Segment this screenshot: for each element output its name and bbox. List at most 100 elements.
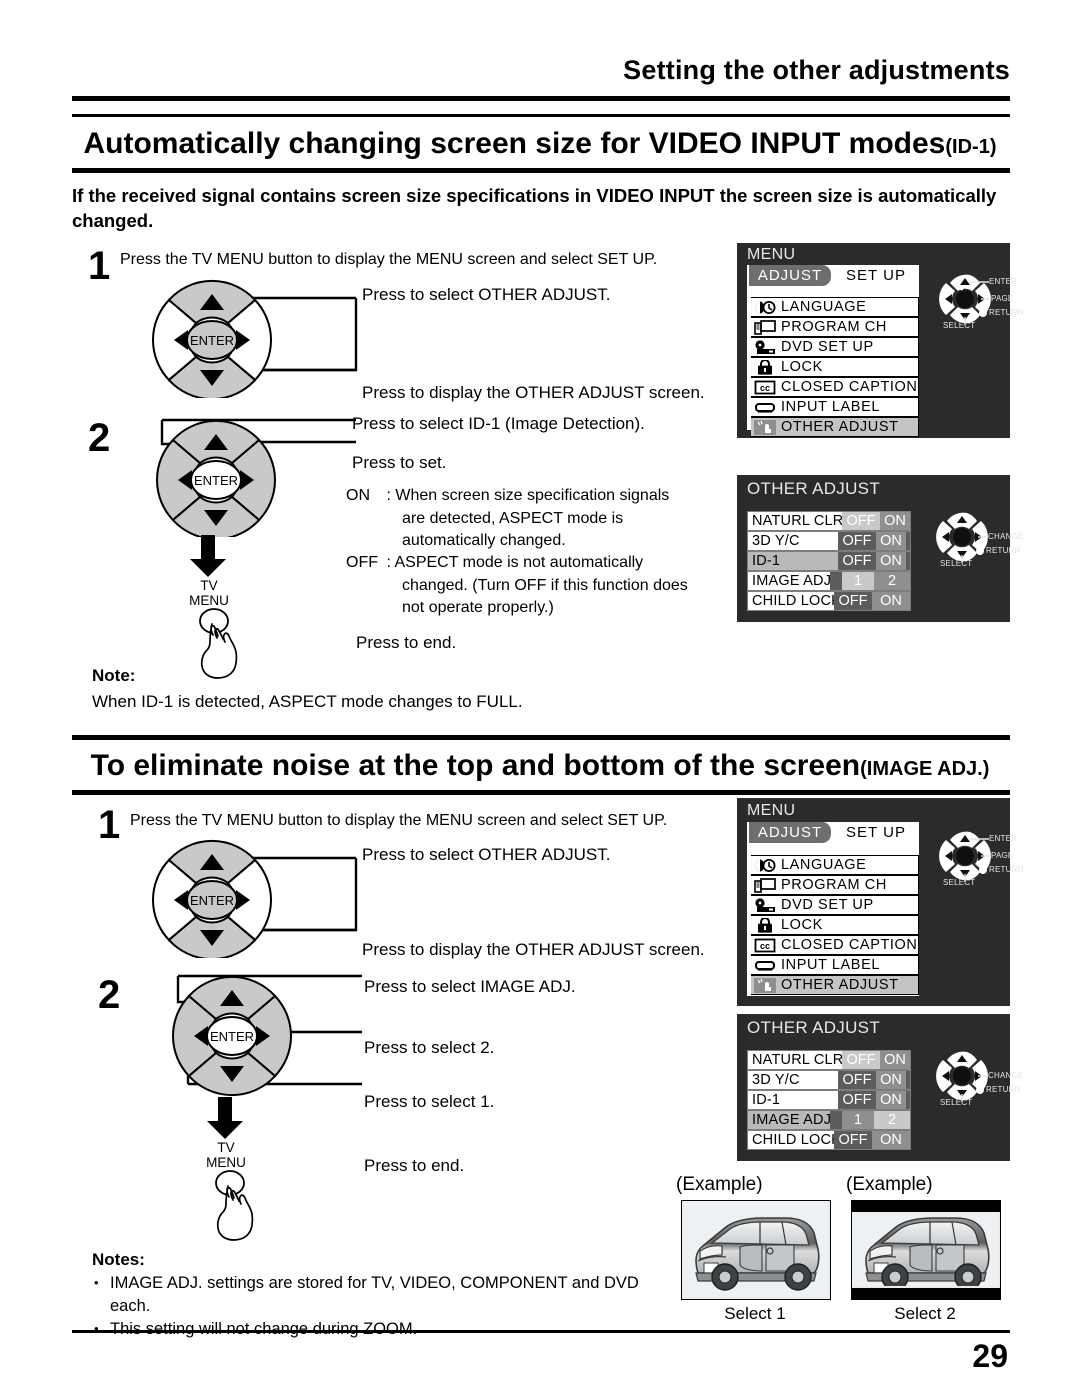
example-caption-2: Select 2 xyxy=(894,1304,956,1323)
row-option-spacer xyxy=(906,1071,910,1089)
row-option-spacer xyxy=(906,1091,910,1109)
section-2-step-1-text: Press the TV MENU button to display the … xyxy=(130,812,668,829)
dvd-setup-icon xyxy=(754,340,776,355)
section-2-step-2-callout-up: Press to select IMAGE ADJ. xyxy=(364,977,576,996)
row-option-on[interactable]: ON xyxy=(872,592,910,610)
menu-item-program-ch-2[interactable]: PROGRAM CH xyxy=(751,875,919,895)
row-option-on[interactable]: ON xyxy=(876,1091,906,1109)
tab-adjust-1[interactable]: ADJUST xyxy=(749,265,831,286)
other-adjust-row-3dyc-1[interactable]: 3D Y/C OFF ON xyxy=(747,531,911,551)
row-option-on[interactable]: ON xyxy=(876,1071,906,1089)
menu-item-lock-1[interactable]: LOCK xyxy=(751,357,919,377)
other-adjust-row-naturl-clr-1[interactable]: NATURL CLR OFF ON xyxy=(747,511,911,531)
hand-press-icon-1 xyxy=(190,608,252,680)
tv-menu-line-2: MENU xyxy=(189,593,229,608)
other-adjust-row-child-lock-1[interactable]: CHILD LOCK OFF ON xyxy=(747,591,911,611)
row-label: ID-1 xyxy=(752,1092,781,1108)
section-1-title-suffix: (ID-1) xyxy=(945,136,997,158)
nav-label-select-1: SELECT xyxy=(943,321,976,330)
other-adjust-row-3dyc-2[interactable]: 3D Y/C OFF ON xyxy=(747,1070,911,1090)
row-label: ID-1 xyxy=(752,553,781,569)
on-text-3: automatically changed. xyxy=(402,532,566,549)
svg-text:ENTER: ENTER xyxy=(194,473,238,488)
other-adjust-row-child-lock-2[interactable]: CHILD LOCK OFF ON xyxy=(747,1130,911,1150)
nav-label-change-2: CHANGE xyxy=(988,1071,1024,1080)
row-option-1[interactable]: 1 xyxy=(842,572,874,590)
off-text-2: changed. (Turn OFF if this function does xyxy=(402,576,688,594)
row-option-on[interactable]: ON xyxy=(880,1051,910,1069)
section-2-step-1-callout-up: Press to select OTHER ADJUST. xyxy=(362,845,611,864)
row-option-on[interactable]: ON xyxy=(876,552,906,570)
down-arrow-1 xyxy=(188,535,228,577)
other-adjust-row-image-adj-1[interactable]: IMAGE ADJ. 1 2 xyxy=(747,571,911,591)
menu-item-language-1[interactable]: LANGUAGE xyxy=(751,297,919,317)
language-icon xyxy=(754,300,776,315)
menu-osd-title-1: MENU xyxy=(747,246,796,263)
row-option-spacer xyxy=(906,532,910,550)
tab-setup-1[interactable]: SET UP xyxy=(833,265,919,286)
program-ch-icon xyxy=(754,878,776,893)
example-image-2 xyxy=(851,1200,1001,1300)
row-option-off[interactable]: OFF xyxy=(834,592,872,610)
nav-label-select-2: SELECT xyxy=(940,559,973,568)
tab-adjust-2[interactable]: ADJUST xyxy=(749,822,831,843)
menu-item-closed-caption-1[interactable]: cc CLOSED CAPTION xyxy=(751,377,919,397)
menu-item-label: PROGRAM CH xyxy=(781,877,887,893)
menu-item-dvd-setup-1[interactable]: DVD SET UP xyxy=(751,337,919,357)
section-1-on-description: ON : When screen size specification sign… xyxy=(346,485,706,553)
row-option-off[interactable]: OFF xyxy=(838,532,876,550)
nav-label-enter-2: ENTER xyxy=(989,834,1018,843)
nav-label-return-4: RETURN xyxy=(986,1085,1021,1094)
row-option-off[interactable]: OFF xyxy=(834,1131,872,1149)
language-icon xyxy=(754,858,776,873)
row-option-1[interactable]: 1 xyxy=(842,1111,874,1129)
menu-item-closed-caption-2[interactable]: cc CLOSED CAPTION xyxy=(751,935,919,955)
section-1-step-2-number: 2 xyxy=(88,416,111,460)
menu-item-language-2[interactable]: LANGUAGE xyxy=(751,855,919,875)
row-label: NATURL CLR xyxy=(752,1052,844,1068)
menu-item-label: DVD SET UP xyxy=(781,339,874,355)
menu-item-input-label-1[interactable]: INPUT LABEL xyxy=(751,397,919,417)
nav-label-return-1: RETURN xyxy=(989,308,1024,317)
row-option-2[interactable]: 2 xyxy=(874,572,910,590)
section-1-note-heading: Note: xyxy=(92,666,136,685)
row-option-2[interactable]: 2 xyxy=(874,1111,910,1129)
down-arrow-2 xyxy=(205,1097,245,1139)
section-1-step-2-callout-right: Press to set. xyxy=(352,453,447,472)
menu-item-other-adjust-1[interactable]: OTHER ADJUST xyxy=(751,417,919,437)
row-option-on[interactable]: ON xyxy=(876,532,906,550)
menu-item-label: CLOSED CAPTION xyxy=(781,937,918,953)
row-option-off[interactable]: OFF xyxy=(838,552,876,570)
other-adjust-row-id1-1[interactable]: ID-1 OFF ON xyxy=(747,551,911,571)
osd-nav-cluster-2: CHANGE RETURN SELECT xyxy=(930,511,1023,574)
row-option-on[interactable]: ON xyxy=(880,512,910,530)
section-2-step-2-callout-down: Press to select 1. xyxy=(364,1092,495,1111)
row-label: IMAGE ADJ. xyxy=(752,573,836,589)
menu-item-program-ch-1[interactable]: PROGRAM CH xyxy=(751,317,919,337)
other-adjust-osd-1: OTHER ADJUST NATURL CLR OFF ON 3D Y/C OF… xyxy=(737,475,1023,622)
menu-item-lock-2[interactable]: LOCK xyxy=(751,915,919,935)
svg-text:cc: cc xyxy=(760,941,770,951)
section-1-step-1-callout-up: Press to select OTHER ADJUST. xyxy=(362,285,611,304)
tab-setup-2[interactable]: SET UP xyxy=(833,822,919,843)
row-label: CHILD LOCK xyxy=(752,593,842,609)
menu-item-other-adjust-2[interactable]: OTHER ADJUST xyxy=(751,975,919,995)
program-ch-icon xyxy=(754,320,776,335)
off-colon: : xyxy=(386,554,391,571)
section-2-rule-bottom xyxy=(72,790,1010,795)
row-option-off[interactable]: OFF xyxy=(842,1051,880,1069)
other-adjust-row-id1-2[interactable]: ID-1 OFF ON xyxy=(747,1090,911,1110)
other-adjust-row-naturl-clr-2[interactable]: NATURL CLR OFF ON xyxy=(747,1050,911,1070)
nav-label-select-3: SELECT xyxy=(943,878,976,887)
row-option-off[interactable]: OFF xyxy=(838,1071,876,1089)
menu-item-label: OTHER ADJUST xyxy=(781,419,899,435)
menu-item-label: OTHER ADJUST xyxy=(781,977,899,993)
row-option-off[interactable]: OFF xyxy=(842,512,880,530)
menu-item-input-label-2[interactable]: INPUT LABEL xyxy=(751,955,919,975)
osd-nav-cluster-1: ENTER PAGE RETURN SELECT xyxy=(933,273,1023,336)
menu-item-dvd-setup-2[interactable]: DVD SET UP xyxy=(751,895,919,915)
other-adjust-row-image-adj-2[interactable]: IMAGE ADJ. 1 2 xyxy=(747,1110,911,1130)
example-heading-1: (Example) xyxy=(676,1174,763,1195)
row-option-off[interactable]: OFF xyxy=(838,1091,876,1109)
row-option-on[interactable]: ON xyxy=(872,1131,910,1149)
